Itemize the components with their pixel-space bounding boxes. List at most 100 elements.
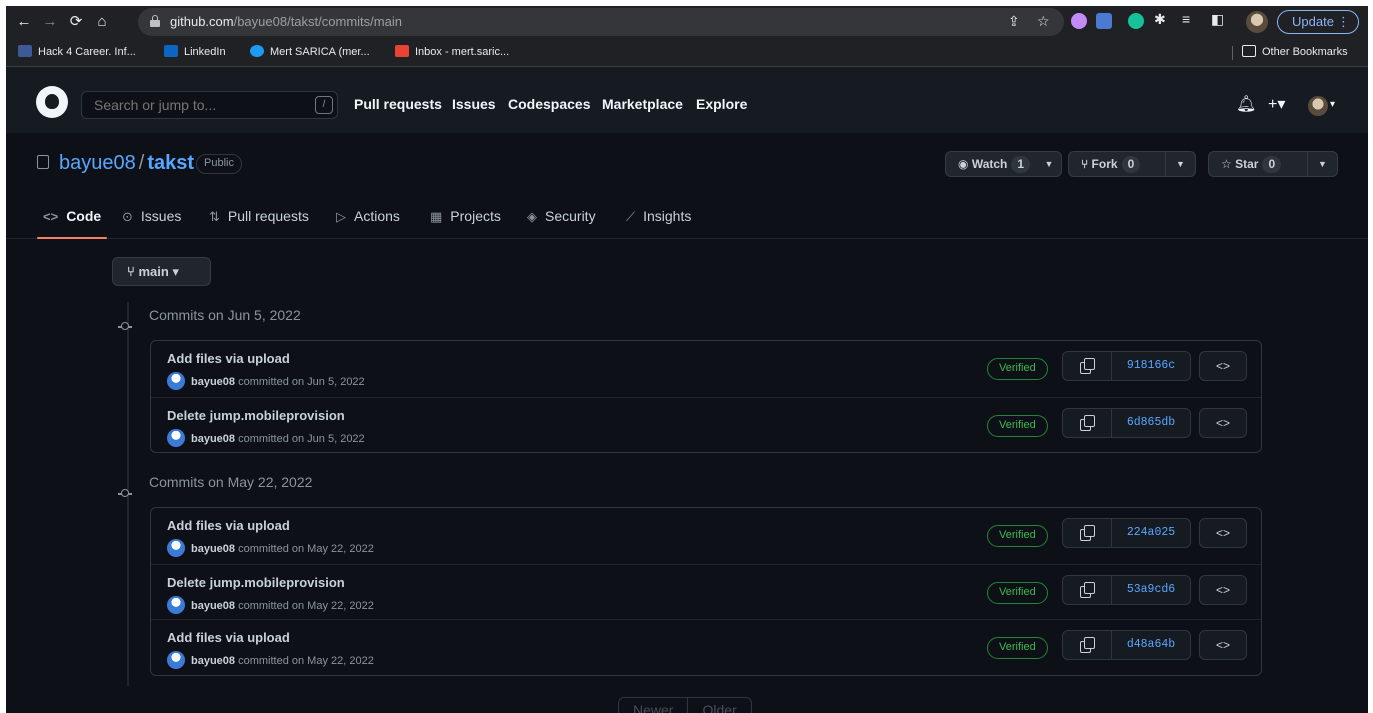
- fork-button[interactable]: ⑂ Fork 0: [1069, 152, 1141, 176]
- extension-translate-icon[interactable]: [1096, 13, 1112, 29]
- bookmark-star-icon[interactable]: ☆: [1037, 13, 1050, 30]
- tab-actions[interactable]: ▷ Actions: [336, 201, 400, 239]
- author-avatar[interactable]: [167, 428, 185, 447]
- address-bar[interactable]: github.com/bayue08/takst/commits/main ⇪ …: [138, 8, 1064, 36]
- verified-badge[interactable]: Verified: [987, 358, 1048, 380]
- lock-icon: [150, 15, 160, 27]
- tab-code[interactable]: <> Code: [36, 201, 108, 239]
- browse-repo-button[interactable]: <>: [1199, 407, 1247, 438]
- user-avatar[interactable]: [1308, 96, 1328, 116]
- nav-marketplace[interactable]: Marketplace: [602, 96, 683, 112]
- fork-caret-icon[interactable]: ▼: [1165, 152, 1195, 176]
- tab-security[interactable]: ◈ Security: [527, 201, 596, 239]
- verified-badge[interactable]: Verified: [987, 637, 1048, 659]
- copy-sha-button[interactable]: [1063, 408, 1112, 437]
- bookmark-item[interactable]: LinkedIn: [164, 45, 226, 58]
- commit-date: committed on Jun 5, 2022: [238, 376, 365, 388]
- reload-icon[interactable]: ⟳: [66, 12, 86, 32]
- github-logo-icon[interactable]: [36, 86, 68, 118]
- bookmark-item[interactable]: Hack 4 Career. Inf...: [18, 45, 136, 58]
- tab-insights[interactable]: ⟋ Insights: [626, 201, 691, 239]
- author-link[interactable]: bayue08: [191, 655, 235, 667]
- star-caret-icon[interactable]: ▼: [1307, 152, 1337, 176]
- extension-block-icon[interactable]: [1071, 13, 1087, 29]
- browse-repo-button[interactable]: <>: [1199, 630, 1247, 660]
- author-avatar[interactable]: [167, 651, 185, 669]
- repo-name-link[interactable]: takst: [147, 152, 194, 174]
- repo-owner-link[interactable]: bayue08: [59, 152, 136, 174]
- commit-title-link[interactable]: Delete jump.mobileprovision: [167, 408, 345, 423]
- copy-sha-button[interactable]: [1063, 631, 1112, 659]
- tab-issues[interactable]: ⊙ Issues: [122, 201, 181, 239]
- nav-pull-requests[interactable]: Pull requests: [354, 96, 442, 112]
- commit-meta: bayue08 committed on May 22, 2022: [167, 651, 374, 669]
- avatar-caret-icon[interactable]: ▾: [1330, 99, 1335, 110]
- copy-sha-button[interactable]: [1063, 519, 1112, 547]
- bookmark-item[interactable]: Mert SARICA (mer...: [250, 45, 370, 58]
- extensions-puzzle-icon[interactable]: ✱: [1154, 11, 1166, 28]
- home-icon[interactable]: ⌂: [92, 12, 112, 32]
- repo-header: bayue08/takst Public ◉ Watch 1 ▼ ⑂ Fork 0 …: [6, 133, 1368, 239]
- nav-explore[interactable]: Explore: [696, 96, 747, 112]
- bookmark-label: Hack 4 Career. Inf...: [38, 46, 136, 58]
- author-link[interactable]: bayue08: [191, 543, 235, 555]
- watch-button[interactable]: ◉ Watch 1: [946, 152, 1031, 176]
- url-text[interactable]: github.com/bayue08/takst/commits/main: [170, 14, 402, 29]
- author-avatar[interactable]: [167, 595, 185, 614]
- notifications-bell-icon[interactable]: 🔔︎: [1236, 94, 1256, 114]
- share-icon[interactable]: ⇪: [1008, 13, 1020, 30]
- create-new-plus-icon[interactable]: +▾: [1268, 94, 1285, 114]
- forward-icon[interactable]: →: [40, 12, 60, 32]
- tab-projects[interactable]: ▦ Projects: [430, 201, 501, 239]
- author-avatar[interactable]: [167, 372, 185, 390]
- author-avatar[interactable]: [167, 539, 185, 557]
- newer-button[interactable]: Newer: [619, 698, 687, 713]
- profile-avatar[interactable]: [1246, 11, 1268, 33]
- commit-sha-link[interactable]: 918166c: [1112, 352, 1190, 380]
- commit-meta: bayue08 committed on Jun 5, 2022: [167, 428, 365, 447]
- pull-request-icon: ⇅: [209, 209, 220, 224]
- commit-title-link[interactable]: Add files via upload: [167, 630, 290, 645]
- copy-sha-button[interactable]: [1063, 575, 1112, 604]
- chevron-down-icon: ▾: [172, 264, 179, 279]
- repo-title: bayue08/takst: [59, 152, 194, 175]
- commit-sha-link[interactable]: 224a025: [1112, 519, 1190, 547]
- browse-repo-button[interactable]: <>: [1199, 574, 1247, 605]
- shield-icon: ◈: [527, 209, 537, 224]
- nav-issues[interactable]: Issues: [452, 96, 496, 112]
- author-link[interactable]: bayue08: [191, 376, 235, 388]
- browse-repo-button[interactable]: <>: [1199, 351, 1247, 381]
- commit-title-link[interactable]: Add files via upload: [167, 351, 290, 366]
- star-button[interactable]: ☆ Star 0: [1209, 152, 1282, 176]
- browser-window: ← → ⟳ ⌂ github.com/bayue08/takst/commits…: [6, 6, 1368, 713]
- commit-sha-link[interactable]: 6d865db: [1112, 409, 1190, 437]
- tab-pull-requests[interactable]: ⇅ Pull requests: [209, 201, 309, 239]
- other-bookmarks[interactable]: Other Bookmarks: [1242, 45, 1348, 58]
- older-button[interactable]: Older: [688, 698, 750, 713]
- branch-name: main: [138, 264, 169, 279]
- star-button-group: ☆ Star 0 ▼: [1208, 151, 1338, 177]
- author-link[interactable]: bayue08: [191, 433, 235, 445]
- commit-title-link[interactable]: Delete jump.mobileprovision: [167, 575, 345, 590]
- extension-grammarly-icon[interactable]: [1128, 13, 1144, 29]
- commit-title-link[interactable]: Add files via upload: [167, 518, 290, 533]
- side-panel-icon[interactable]: ◧: [1211, 11, 1224, 28]
- verified-badge[interactable]: Verified: [987, 581, 1048, 604]
- commit-sha-link[interactable]: d48a64b: [1112, 631, 1190, 659]
- verified-badge[interactable]: Verified: [987, 525, 1048, 547]
- commit-sha-link[interactable]: 53a9cd6: [1112, 576, 1190, 604]
- star-icon: ☆: [1221, 157, 1232, 171]
- author-link[interactable]: bayue08: [191, 600, 235, 612]
- nav-codespaces[interactable]: Codespaces: [508, 96, 590, 112]
- search-input[interactable]: [81, 91, 338, 119]
- branch-select-button[interactable]: ⑂ main ▾: [112, 257, 211, 286]
- verified-badge[interactable]: Verified: [987, 414, 1048, 437]
- bookmark-item[interactable]: Inbox - mert.saric...: [395, 45, 509, 58]
- update-button[interactable]: Update ⋮: [1277, 10, 1359, 34]
- eye-icon: ◉: [958, 157, 969, 171]
- browse-repo-button[interactable]: <>: [1199, 518, 1247, 548]
- copy-sha-button[interactable]: [1063, 352, 1112, 380]
- reading-list-icon[interactable]: ≡: [1182, 11, 1190, 27]
- watch-caret-icon[interactable]: ▼: [1037, 152, 1061, 176]
- back-icon[interactable]: ←: [14, 12, 34, 32]
